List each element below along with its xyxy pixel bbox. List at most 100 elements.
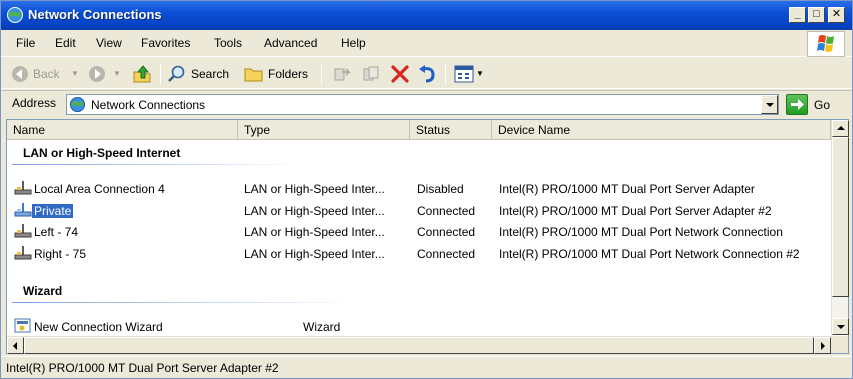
back-arrow-icon (12, 66, 28, 82)
views-dropdown-icon: ▼ (476, 69, 484, 78)
list-header: Name Type Status Device Name (7, 120, 831, 140)
group-header-lan: LAN or High-Speed Internet (23, 146, 181, 160)
scroll-down-button[interactable] (832, 318, 849, 335)
address-value: Network Connections (91, 98, 206, 112)
views-icon (454, 65, 474, 83)
status-bar: Intel(R) PRO/1000 MT Dual Port Server Ad… (1, 356, 852, 378)
copy-to-icon (363, 66, 379, 81)
maximize-button[interactable]: □ (808, 7, 825, 23)
chevron-up-icon (837, 126, 845, 130)
minimize-button[interactable]: _ (789, 7, 806, 23)
selected-name-highlight: Private (32, 204, 74, 218)
connection-name: New Connection Wizard (34, 320, 163, 334)
undo-icon (419, 65, 435, 83)
connections-list[interactable]: Name Type Status Device Name LAN or High… (6, 119, 849, 354)
list-item[interactable]: Left - 74 LAN or High-Speed Inter... Con… (7, 222, 831, 242)
toolbar-separator (160, 64, 161, 84)
search-button[interactable]: Search (167, 63, 235, 85)
go-button[interactable]: Go (786, 94, 846, 116)
menu-tools-label: Tools (214, 36, 243, 50)
menu-advanced[interactable]: Advanced (264, 36, 317, 50)
window-title: Network Connections (28, 7, 162, 22)
menu-tools[interactable]: Tools (214, 36, 242, 50)
back-button[interactable]: Back ▼ (11, 63, 83, 85)
close-button[interactable]: ✕ (828, 7, 845, 23)
connection-device: Intel(R) PRO/1000 MT Dual Port Network C… (499, 225, 783, 239)
move-to-button[interactable] (332, 63, 352, 85)
chevron-left-icon (13, 342, 17, 350)
delete-button[interactable] (390, 63, 410, 85)
toolbar-separator (445, 64, 446, 84)
scroll-right-button[interactable] (814, 337, 831, 354)
menu-help[interactable]: Help (341, 36, 366, 50)
menu-file-label: File (16, 36, 36, 50)
connection-type: LAN or High-Speed Inter... (244, 247, 385, 261)
menu-edit-label: Edit (55, 36, 76, 50)
lan-connection-icon (14, 181, 32, 195)
chevron-right-icon (821, 342, 825, 350)
search-icon (168, 65, 185, 82)
column-header-name[interactable]: Name (7, 120, 238, 140)
menu-view[interactable]: View (96, 36, 122, 50)
undo-button[interactable] (417, 63, 437, 85)
vertical-scrollbar[interactable] (831, 120, 849, 335)
menu-advanced-label: Advanced (264, 36, 318, 50)
scrollbar-corner (831, 336, 848, 353)
horizontal-scrollbar[interactable] (7, 336, 831, 354)
chevron-down-icon (837, 325, 845, 329)
network-connections-icon (7, 7, 23, 23)
chevron-down-icon (766, 103, 774, 107)
menu-help-label: Help (341, 36, 366, 50)
column-header-device-name[interactable]: Device Name (492, 120, 831, 140)
move-to-icon (334, 68, 351, 81)
folders-button[interactable]: Folders (244, 63, 314, 85)
connection-type: LAN or High-Speed Inter... (244, 204, 385, 218)
delete-icon (391, 65, 409, 83)
network-connections-icon (69, 96, 86, 113)
title-bar[interactable]: Network Connections _ □ ✕ (1, 1, 852, 30)
menu-file[interactable]: File (16, 36, 35, 50)
explorer-window: Network Connections _ □ ✕ File Edit View… (0, 0, 853, 379)
up-folder-button[interactable] (132, 63, 154, 85)
list-item[interactable]: New Connection Wizard Wizard (7, 317, 831, 337)
connection-status: Connected (417, 247, 476, 261)
address-label: Address (12, 96, 57, 110)
lan-connection-icon (14, 224, 32, 238)
connection-device: Intel(R) PRO/1000 MT Dual Port Server Ad… (499, 204, 772, 218)
forward-button[interactable]: ▼ (88, 63, 124, 85)
column-header-status[interactable]: Status (410, 120, 492, 140)
group-divider (12, 302, 357, 303)
up-folder-icon (133, 65, 151, 83)
connection-name: Local Area Connection 4 (34, 182, 165, 196)
address-bar: Address Network Connections Go (1, 90, 852, 117)
menu-favorites[interactable]: Favorites (141, 36, 190, 50)
column-header-type[interactable]: Type (238, 120, 410, 140)
menu-edit[interactable]: Edit (55, 36, 76, 50)
folders-icon (244, 68, 263, 82)
forward-arrow-icon (89, 66, 105, 82)
views-button[interactable]: ▼ (454, 63, 486, 85)
connection-type: LAN or High-Speed Inter... (244, 225, 385, 239)
lan-connection-icon (14, 203, 32, 217)
address-input[interactable]: Network Connections (66, 94, 779, 115)
copy-to-button[interactable] (361, 63, 381, 85)
vertical-scroll-thumb[interactable] (832, 137, 849, 297)
horizontal-scroll-thumb[interactable] (24, 337, 814, 354)
scroll-left-button[interactable] (7, 337, 24, 354)
list-item[interactable]: Local Area Connection 4 LAN or High-Spee… (7, 179, 831, 199)
connection-status: Connected (417, 204, 476, 218)
scroll-up-button[interactable] (832, 120, 849, 137)
group-divider (12, 164, 302, 165)
connection-type: Wizard (303, 320, 341, 334)
back-label: Back (33, 67, 60, 81)
toolbar-separator (321, 64, 322, 84)
connection-name: Left - 74 (34, 225, 79, 239)
connection-name: Right - 75 (34, 247, 87, 261)
address-dropdown-button[interactable] (761, 95, 778, 114)
list-item[interactable]: Private LAN or High-Speed Inter... Conne… (7, 201, 831, 221)
group-header-wizard: Wizard (23, 284, 63, 298)
list-item[interactable]: Right - 75 LAN or High-Speed Inter... Co… (7, 244, 831, 264)
status-text: Intel(R) PRO/1000 MT Dual Port Server Ad… (6, 361, 279, 375)
connection-type: LAN or High-Speed Inter... (244, 182, 385, 196)
folders-label: Folders (268, 67, 309, 81)
